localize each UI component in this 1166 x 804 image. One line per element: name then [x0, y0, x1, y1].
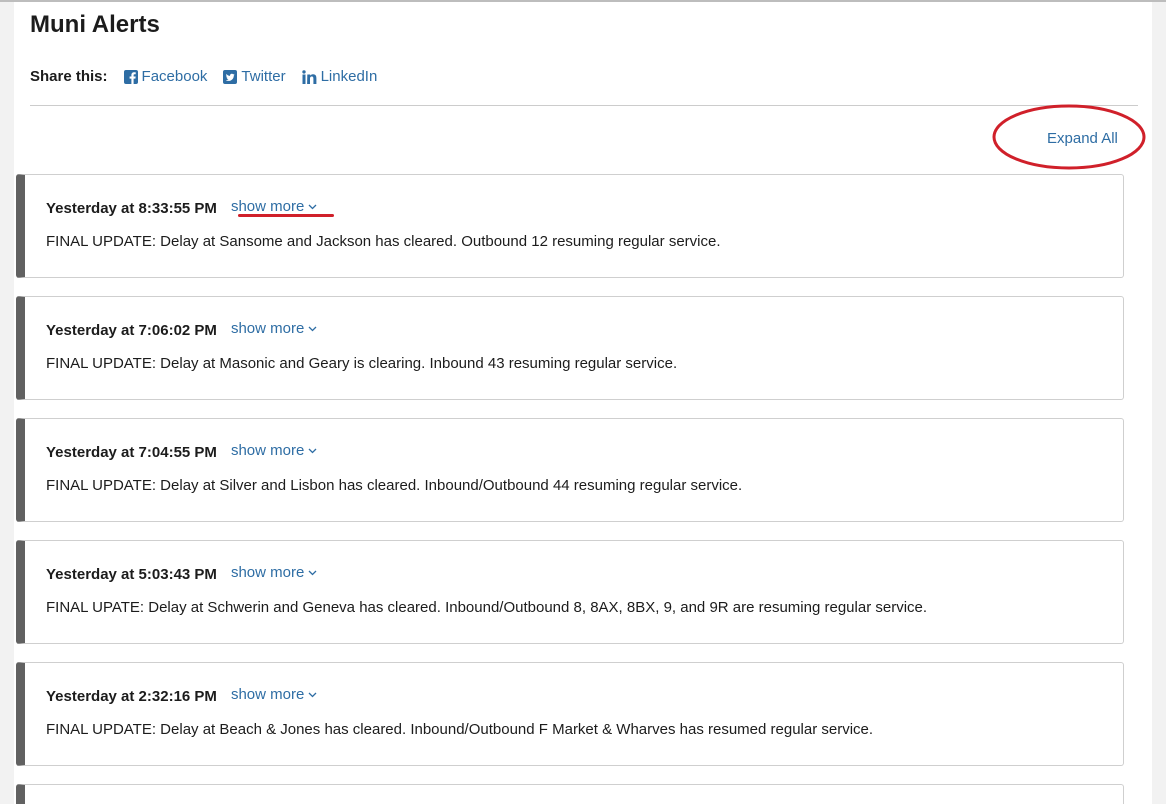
chevron-down-icon	[308, 448, 317, 454]
show-more-link[interactable]: show more	[231, 198, 317, 215]
alert-card: Yesterday at 7:06:02 PM show more FINAL …	[16, 296, 1124, 400]
alert-text: FINAL UPATE: Delay at Schwerin and Genev…	[46, 599, 928, 616]
alert-timestamp: Yesterday at 8:33:55 PM	[46, 200, 217, 217]
alert-header: Yesterday at 2:32:16 PM show more	[46, 686, 317, 705]
share-twitter-link[interactable]: Twitter	[223, 68, 286, 85]
alert-card: Yesterday at 8:33:55 PM show more FINAL …	[16, 174, 1124, 278]
alert-card: Yesterday at 2:32:16 PM show more FINAL …	[16, 662, 1124, 766]
share-linkedin-link[interactable]: LinkedIn	[301, 68, 378, 85]
show-more-label: show more	[230, 442, 305, 459]
chevron-down-icon	[308, 570, 317, 576]
show-more-link[interactable]: show more	[231, 564, 317, 581]
show-more-label: show more	[230, 564, 305, 581]
alert-text: FINAL UPDATE: Delay at Beach & Jones has…	[46, 721, 874, 738]
linkedin-icon	[301, 69, 317, 84]
alert-header: Yesterday at 7:06:02 PM show more	[46, 320, 317, 339]
show-more-label: show more	[230, 320, 305, 337]
show-more-link[interactable]: show more	[231, 686, 317, 703]
alert-header: Yesterday at 7:04:55 PM show more	[46, 442, 317, 461]
show-more-label: show more	[230, 686, 305, 703]
divider	[30, 105, 1138, 106]
chevron-down-icon	[308, 326, 317, 332]
show-more-link[interactable]: show more	[231, 320, 317, 337]
alert-card: Yesterday at 5:03:43 PM show more FINAL …	[16, 540, 1124, 644]
share-bar: Share this: Facebook Twitter LinkedIn	[30, 68, 393, 85]
alert-header: Yesterday at 5:03:43 PM show more	[46, 564, 317, 583]
alert-text: FINAL UPDATE: Delay at Sansome and Jacks…	[46, 233, 721, 250]
share-linkedin-label: LinkedIn	[320, 68, 378, 85]
share-twitter-label: Twitter	[241, 68, 286, 85]
alert-text: FINAL UPDATE: Delay at Masonic and Geary…	[46, 355, 678, 372]
twitter-icon	[223, 69, 238, 84]
alert-timestamp: Yesterday at 2:32:16 PM	[46, 688, 217, 705]
annotation-underline	[238, 214, 334, 217]
alert-text: FINAL UPDATE: Delay at Silver and Lisbon…	[46, 477, 743, 494]
share-facebook-label: Facebook	[141, 68, 208, 85]
alert-card-partial	[16, 784, 1124, 804]
chevron-down-icon	[308, 204, 317, 210]
show-more-link[interactable]: show more	[231, 442, 317, 459]
alert-card: Yesterday at 7:04:55 PM show more FINAL …	[16, 418, 1124, 522]
share-facebook-link[interactable]: Facebook	[123, 68, 208, 85]
show-more-label: show more	[230, 198, 305, 215]
share-label: Share this:	[30, 68, 108, 85]
facebook-icon	[123, 69, 138, 84]
alert-timestamp: Yesterday at 5:03:43 PM	[46, 566, 217, 583]
alert-timestamp: Yesterday at 7:06:02 PM	[46, 322, 217, 339]
alert-timestamp: Yesterday at 7:04:55 PM	[46, 444, 217, 461]
page-title: Muni Alerts	[30, 11, 160, 38]
chevron-down-icon	[308, 692, 317, 698]
expand-all-button[interactable]: Expand All	[1047, 130, 1118, 147]
